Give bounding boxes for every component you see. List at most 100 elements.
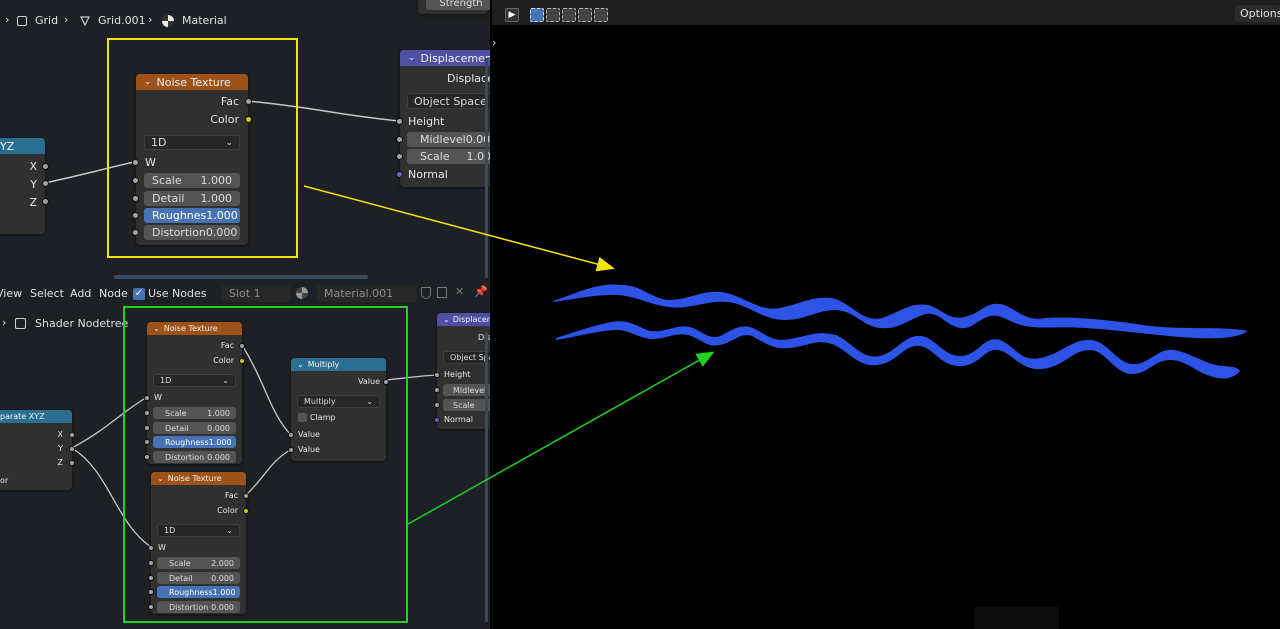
select-new-icon[interactable]	[530, 8, 544, 22]
breadcrumb-mesh[interactable]: Grid.001	[98, 14, 146, 27]
roughness-field[interactable]: Roughnes 1.000	[144, 208, 240, 223]
chevron-down-icon[interactable]: ⌄	[408, 53, 416, 63]
scale-field[interactable]: Scale 1.000	[144, 173, 240, 188]
output-y-socket[interactable]	[69, 446, 75, 452]
input-roughness-socket[interactable]	[148, 589, 154, 595]
output-fac-socket[interactable]	[243, 493, 249, 499]
input-value-1-socket[interactable]	[288, 432, 294, 438]
output-color-socket[interactable]	[243, 508, 249, 514]
input-normal-socket[interactable]	[396, 171, 403, 178]
output-z-socket[interactable]	[69, 460, 75, 466]
noise-texture-node-2[interactable]: ⌄ Noise Texture Fac Color 1D ⌄ W Scale 2.0…	[148, 472, 249, 614]
input-distortion-socket[interactable]	[148, 604, 154, 610]
displacement-node[interactable]: ⌄ Displacem Dis Object Spac Height Midle…	[434, 313, 490, 429]
operation-dropdown[interactable]: Multiply ⌄	[297, 395, 380, 408]
material-name-field[interactable]: Material.001	[317, 285, 417, 302]
math-multiply-node[interactable]: ⌄ Multiply Value Multiply ⌄ Clamp Value V…	[288, 358, 389, 461]
chevron-down-icon[interactable]: ⌄	[157, 474, 164, 483]
input-distortion-socket[interactable]	[132, 229, 139, 236]
dimension-dropdown[interactable]: 1D ⌄	[153, 374, 236, 387]
horizontal-scrollbar[interactable]	[114, 275, 368, 279]
select-extend-icon[interactable]	[546, 8, 560, 22]
options-button[interactable]: Options	[1235, 5, 1280, 22]
scale-field[interactable]: Scale 1.00	[407, 149, 490, 164]
select-intersect-icon[interactable]	[594, 8, 608, 22]
output-x-socket[interactable]	[42, 163, 49, 170]
midlevel-field[interactable]: Midlevel0.000	[407, 132, 490, 147]
material-browse-icon[interactable]	[296, 287, 308, 299]
distortion-field[interactable]: Distortion 0.000	[157, 601, 240, 613]
select-invert-icon[interactable]	[578, 8, 592, 22]
menu-select[interactable]: Select	[30, 287, 64, 300]
select-subtract-icon[interactable]	[562, 8, 576, 22]
strength-field[interactable]: Strength	[426, 0, 490, 10]
input-w-socket[interactable]	[148, 545, 154, 551]
displacement-node[interactable]: ⌄ Displacement Displacem Object Space He…	[396, 50, 490, 187]
chevron-down-icon[interactable]: ⌄	[144, 77, 152, 87]
input-midlevel-socket[interactable]	[434, 387, 440, 393]
menu-node[interactable]: Node	[99, 287, 128, 300]
breadcrumb-object[interactable]: Grid	[35, 14, 58, 27]
chevron-right-icon[interactable]: ›	[492, 36, 496, 49]
vertical-scrollbar[interactable]	[485, 58, 488, 278]
space-dropdown[interactable]: Object Spac	[443, 351, 490, 364]
3d-viewport[interactable]: › ▶ Options	[492, 0, 1280, 629]
detail-field[interactable]: Detail 1.000	[144, 191, 240, 206]
chevron-down-icon[interactable]: ⌄	[153, 324, 160, 333]
output-x-socket[interactable]	[69, 432, 75, 438]
detail-field[interactable]: Detail 0.000	[157, 572, 240, 584]
duplicate-icon[interactable]	[437, 287, 447, 298]
noise-texture-node-1[interactable]: ⌄ Noise Texture Fac Color 1D ⌄ W Scale 1.0…	[144, 322, 245, 464]
input-scale-socket[interactable]	[396, 153, 403, 160]
input-height-socket[interactable]	[396, 118, 403, 125]
scale-field[interactable]: Scale 2.000	[157, 557, 240, 569]
roughness-field[interactable]: Roughness 1.000	[153, 436, 236, 448]
scale-field[interactable]: Scale 1.000	[153, 407, 236, 419]
chevron-down-icon[interactable]: ⌄	[297, 360, 304, 369]
bottom-node-editor[interactable]: View Select Add Node ✓ Use Nodes Slot 1 …	[0, 282, 490, 629]
input-w-socket[interactable]	[132, 159, 139, 166]
input-midlevel-socket[interactable]	[396, 136, 403, 143]
vertical-scrollbar[interactable]	[485, 332, 488, 622]
input-detail-socket[interactable]	[144, 425, 150, 431]
fake-user-icon[interactable]	[421, 287, 431, 299]
close-icon[interactable]: ✕	[455, 285, 464, 298]
input-value-2-socket[interactable]	[288, 447, 294, 453]
output-z-socket[interactable]	[42, 198, 49, 205]
chevron-down-icon[interactable]: ⌄	[443, 315, 450, 324]
separate-xyz-node[interactable]: YZ X Y Z	[0, 138, 49, 234]
dimension-dropdown[interactable]: 1D ⌄	[157, 524, 240, 537]
input-detail-socket[interactable]	[132, 195, 139, 202]
input-normal-socket[interactable]	[434, 417, 440, 423]
output-value-socket[interactable]	[383, 379, 389, 385]
input-scale-socket[interactable]	[148, 560, 154, 566]
clamp-checkbox[interactable]	[298, 413, 307, 422]
output-color-socket[interactable]	[245, 116, 252, 123]
roughness-field[interactable]: Roughness 1.000	[157, 586, 240, 598]
menu-add[interactable]: Add	[70, 287, 91, 300]
slot-dropdown[interactable]: Slot 1	[222, 285, 290, 302]
input-w-socket[interactable]	[144, 395, 150, 401]
output-y-socket[interactable]	[42, 180, 49, 187]
midlevel-field[interactable]: Midlevel	[443, 384, 490, 396]
space-dropdown[interactable]: Object Space	[407, 93, 490, 109]
top-node-editor[interactable]: › Grid › Grid.001 › Material Strength YZ…	[0, 0, 490, 282]
output-fac-socket[interactable]	[245, 98, 252, 105]
input-distortion-socket[interactable]	[144, 454, 150, 460]
select-tool-button[interactable]: ▶	[505, 8, 519, 22]
input-roughness-socket[interactable]	[144, 439, 150, 445]
noise-texture-node[interactable]: ⌄ Noise Texture Fac Color 1D ⌄ W Scale 1.…	[132, 74, 252, 245]
distortion-field[interactable]: Distortion 0.000	[153, 451, 236, 463]
detail-field[interactable]: Detail 0.000	[153, 422, 236, 434]
input-scale-socket[interactable]	[144, 410, 150, 416]
input-height-socket[interactable]	[434, 372, 440, 378]
scale-field[interactable]: Scale	[443, 399, 490, 411]
input-detail-socket[interactable]	[148, 575, 154, 581]
separate-xyz-node[interactable]: parate XYZ X Y Z or	[0, 410, 75, 490]
menu-view[interactable]: View	[0, 287, 22, 300]
dimension-dropdown[interactable]: 1D ⌄	[144, 135, 240, 150]
input-scale-socket[interactable]	[434, 402, 440, 408]
distortion-field[interactable]: Distortion 0.000	[144, 225, 240, 240]
use-nodes-checkbox[interactable]: ✓	[133, 288, 145, 300]
output-color-socket[interactable]	[239, 358, 245, 364]
